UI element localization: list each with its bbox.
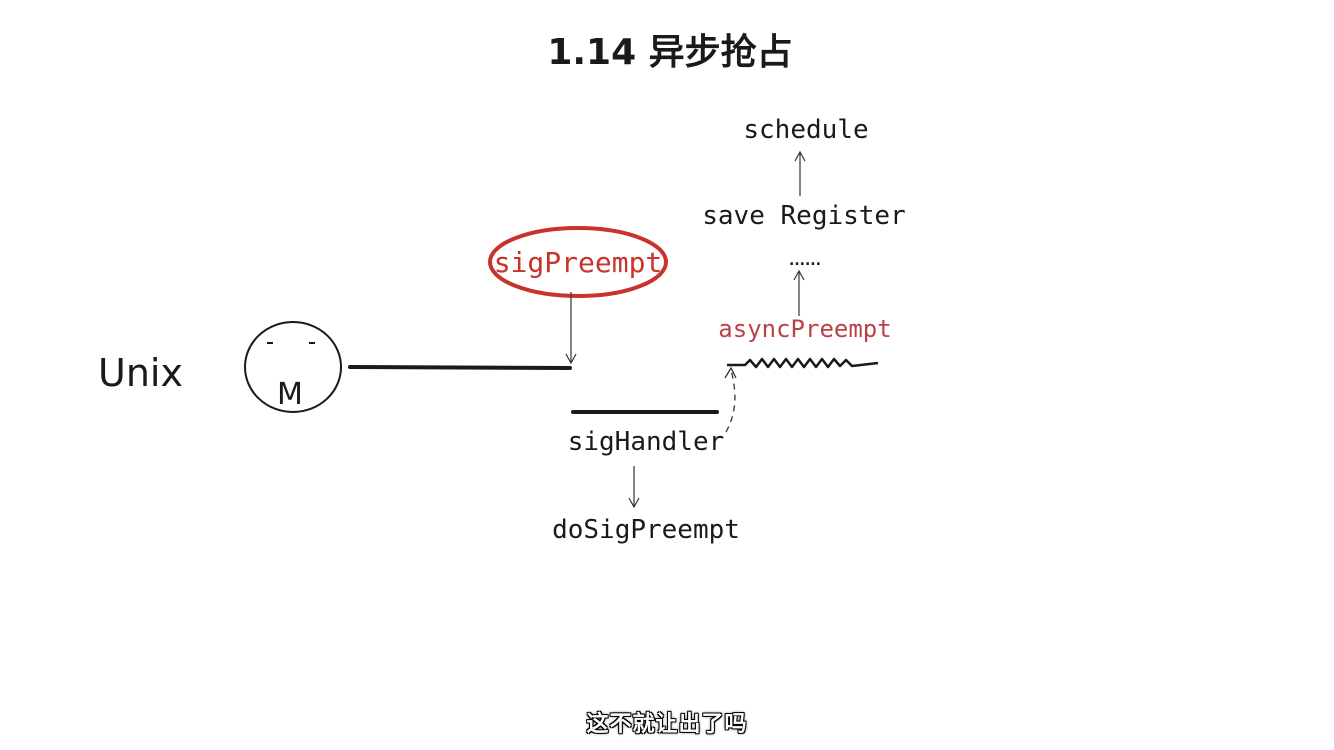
async-preempt-label: asyncPreempt [718,315,891,343]
arrow-saveregister-to-schedule [794,150,806,196]
sig-handler-label: sigHandler [568,427,725,457]
arrow-asyncpreempt-to-ellipsis [793,269,805,316]
do-sig-preempt-label: doSigPreempt [552,515,740,545]
schedule-label: schedule [743,115,868,145]
async-preempt-zigzag-line [727,357,879,369]
unix-label: Unix [98,351,183,395]
sig-preempt-label: sigPreempt [494,246,663,279]
sig-preempt-node: sigPreempt [488,226,668,298]
m-face-label: M [277,377,303,412]
arrow-sighandler-to-dosigpreempt [628,466,640,509]
video-subtitle: 这不就让出了吗 [586,712,748,737]
main-thread-line [348,365,572,370]
arrow-sighandler-to-asyncpreempt [724,366,737,433]
diagram-canvas: 1.14 异步抢占 Unix M sigPreempt sigHandler d… [98,31,906,545]
page-title: 1.14 异步抢占 [547,31,792,73]
m-face-node: M [244,321,342,413]
save-register-label: save Register [702,201,906,231]
ellipsis-label: ...... [789,253,821,269]
arrow-sigpreempt-to-thread [565,292,577,365]
